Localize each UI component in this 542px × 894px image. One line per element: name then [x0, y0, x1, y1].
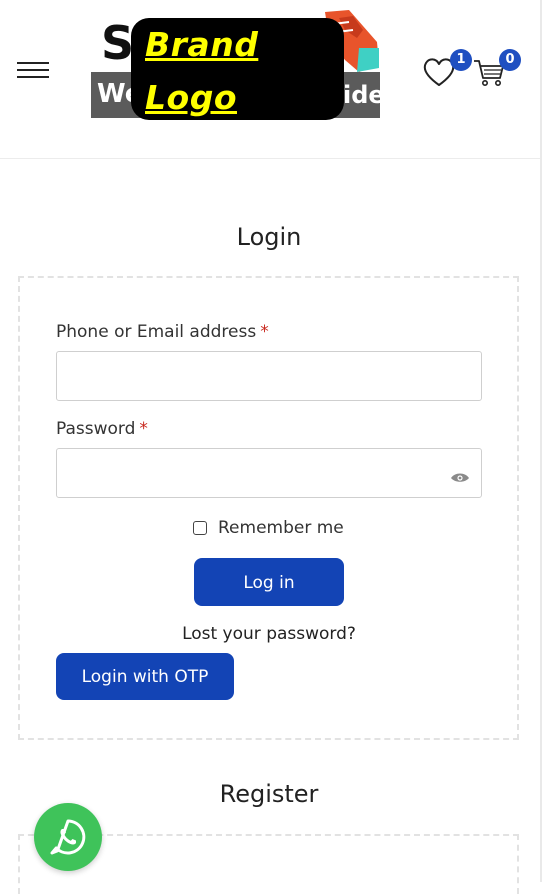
- username-label: Phone or Email address *: [56, 324, 269, 341]
- login-title: Login: [236, 223, 302, 251]
- login-with-otp-button[interactable]: Login with OTP: [56, 653, 234, 700]
- username-label-text: Phone or Email address: [56, 322, 257, 342]
- cart-button[interactable]: 0: [472, 49, 521, 92]
- eye-icon[interactable]: [450, 471, 470, 485]
- register-title: Register: [219, 780, 319, 808]
- logo-letter: S: [101, 16, 135, 70]
- whatsapp-icon: [50, 819, 86, 855]
- cart-count-badge: 0: [499, 49, 521, 71]
- site-logo[interactable]: S We ide Brand Logo: [91, 8, 385, 120]
- password-label: Password *: [56, 421, 148, 438]
- lost-password-link[interactable]: Lost your password?: [0, 626, 538, 643]
- password-input[interactable]: [56, 448, 482, 498]
- login-button[interactable]: Log in: [194, 558, 344, 606]
- required-marker: *: [139, 419, 148, 439]
- wishlist-button[interactable]: 1: [422, 49, 472, 92]
- hamburger-menu-icon[interactable]: [17, 60, 49, 80]
- remember-me-checkbox[interactable]: [193, 521, 207, 535]
- menu-line: [17, 62, 49, 64]
- brand-logo-text: Brand Logo: [145, 25, 259, 117]
- remember-me-row: Remember me: [193, 517, 344, 539]
- site-header: S We ide Brand Logo 1 0: [0, 0, 540, 159]
- wishlist-count-badge: 1: [450, 49, 472, 71]
- menu-line: [17, 69, 49, 71]
- required-marker: *: [260, 322, 269, 342]
- password-label-text: Password: [56, 419, 136, 439]
- remember-me-label[interactable]: Remember me: [218, 518, 344, 538]
- menu-line: [17, 76, 49, 78]
- logo-tagline-end: ide: [343, 81, 385, 109]
- whatsapp-chat-button[interactable]: [34, 803, 102, 871]
- username-input[interactable]: [56, 351, 482, 401]
